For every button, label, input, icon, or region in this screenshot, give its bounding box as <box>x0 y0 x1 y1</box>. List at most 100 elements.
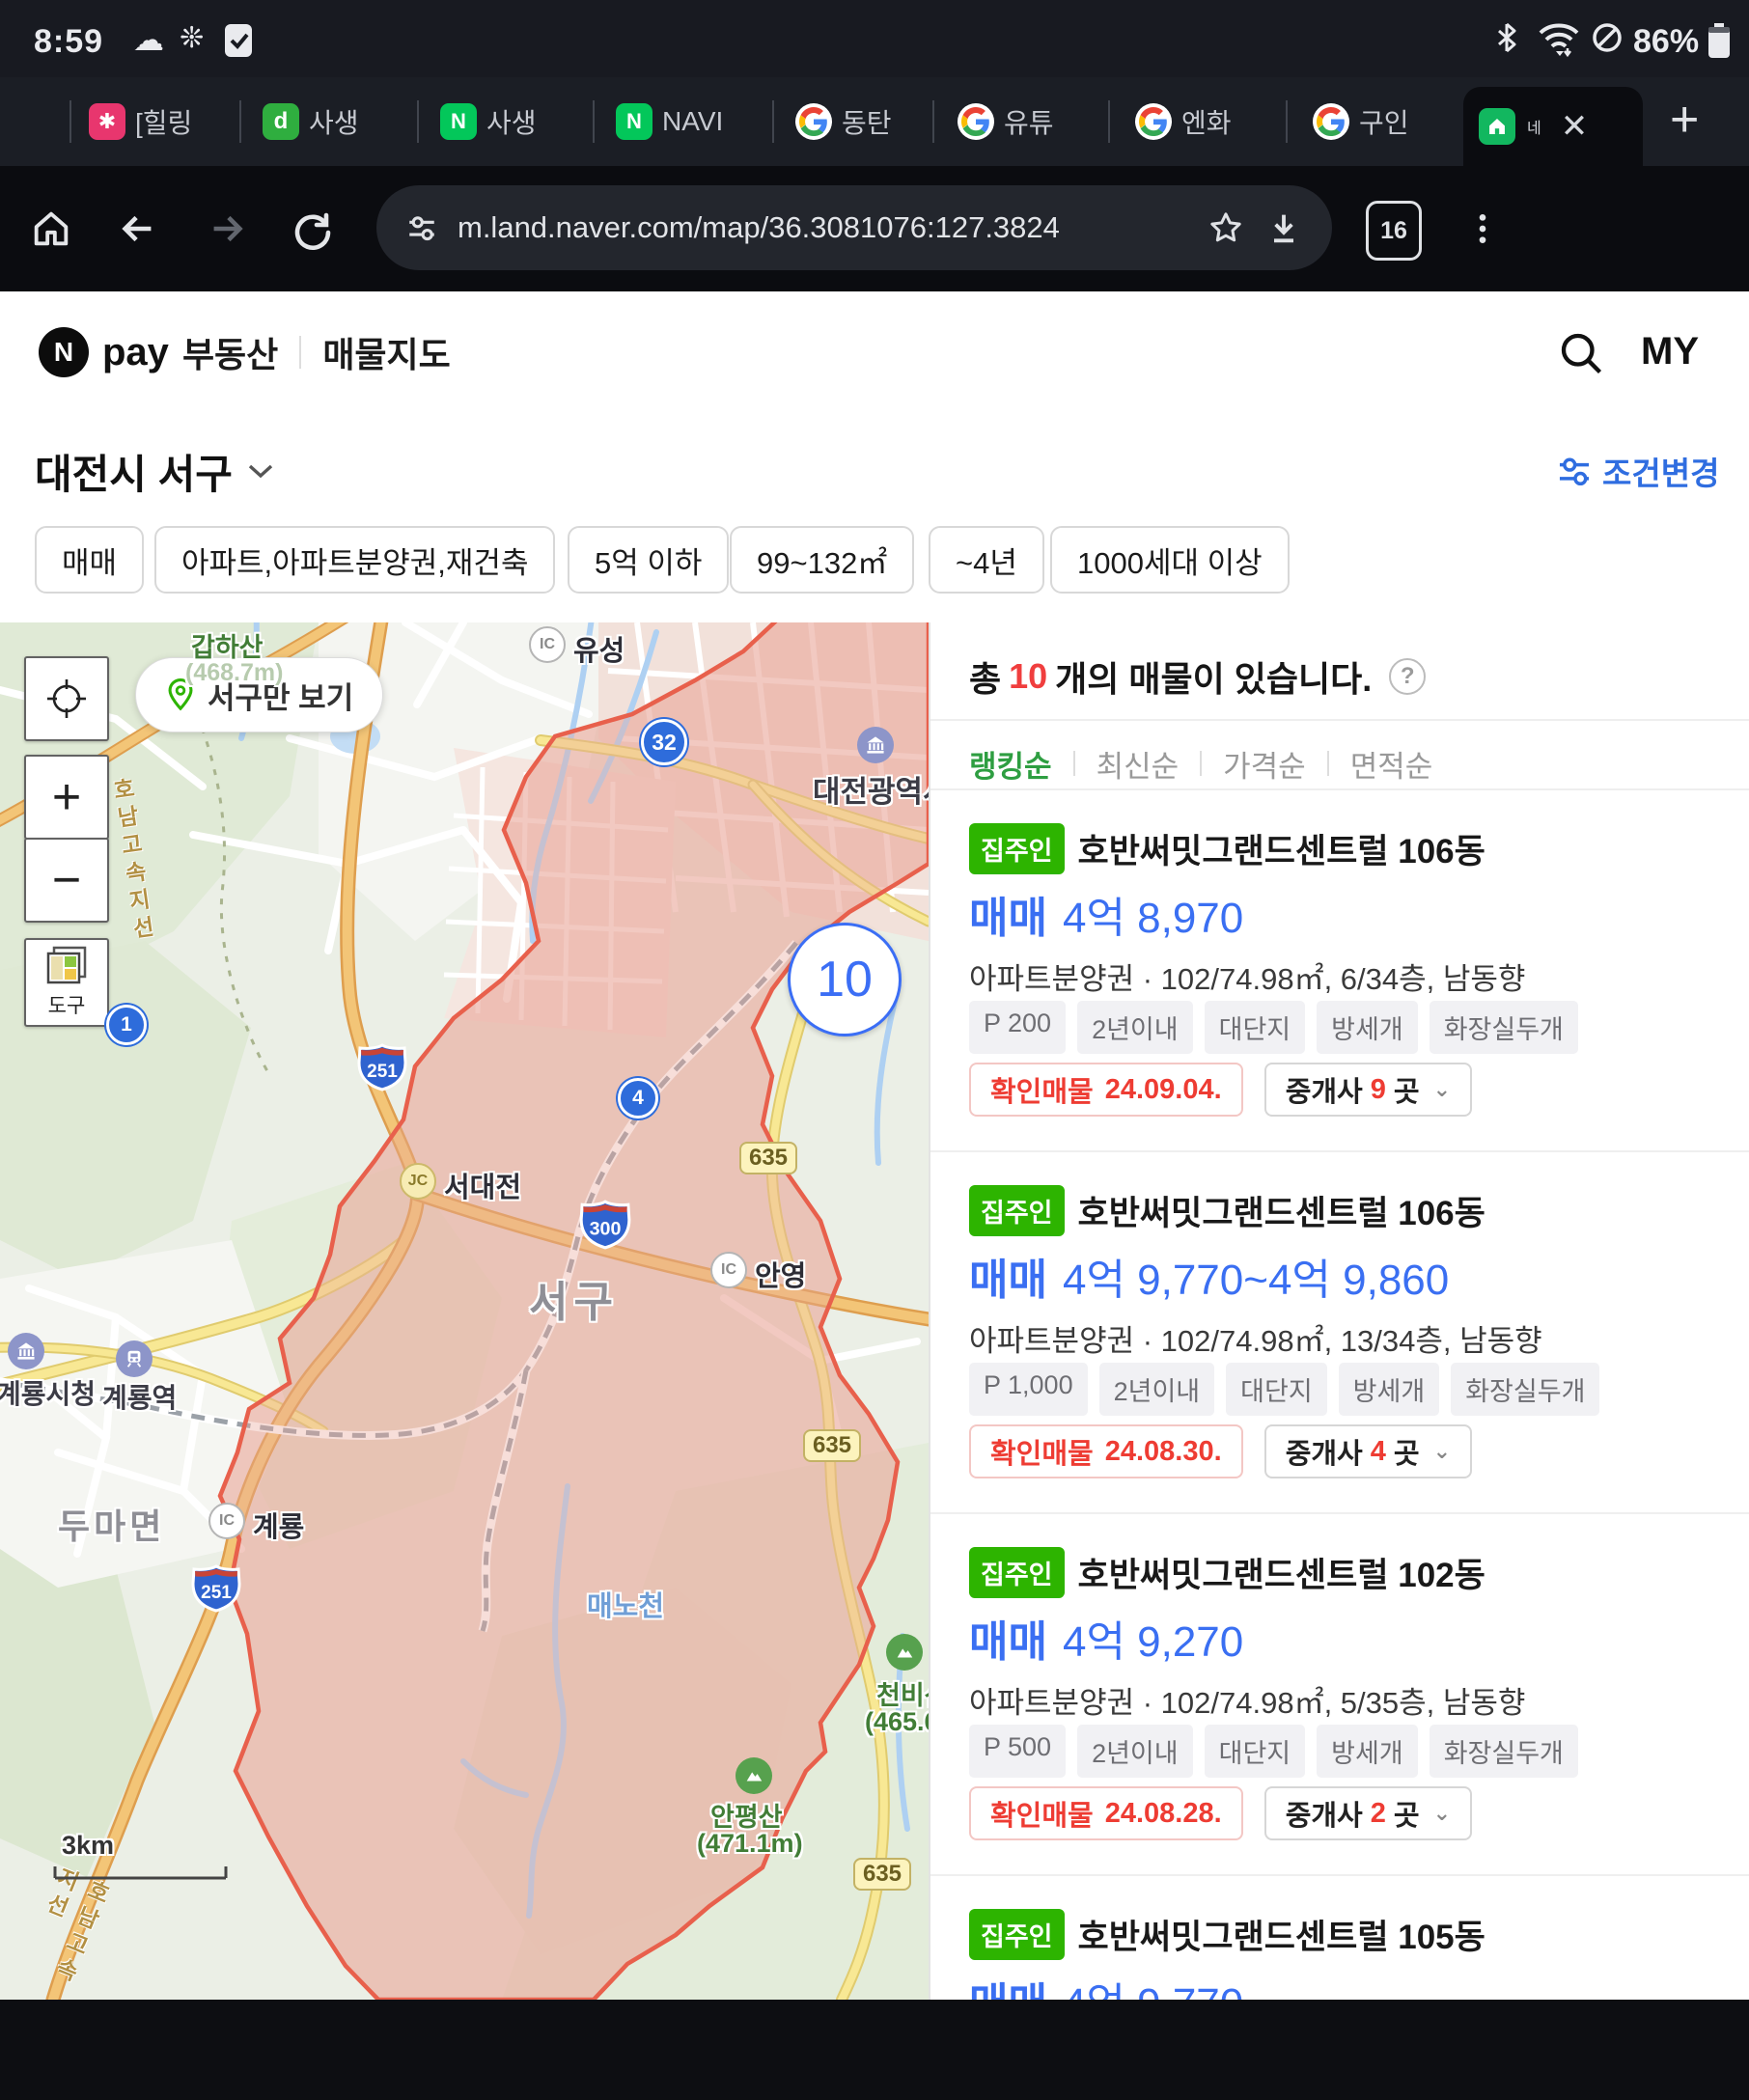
sort-area[interactable]: 면적순 <box>1350 742 1433 786</box>
download-icon[interactable] <box>1264 208 1303 247</box>
price: 4억 9,770 <box>1063 1969 1243 2000</box>
reload-button[interactable] <box>290 166 336 291</box>
tab-google-2[interactable]: 유튜 <box>958 77 1054 166</box>
search-icon[interactable] <box>1556 328 1606 378</box>
listing-cluster-marker[interactable]: 10 <box>788 923 902 1036</box>
owner-badge: 집주인 <box>969 1909 1065 1960</box>
listing-title: 호반써밋그랜드센트럴 102동 <box>1078 1548 1485 1597</box>
url-bar[interactable]: m.land.naver.com/map/36.3081076:127.3824 <box>376 185 1332 270</box>
tab-divider <box>69 100 71 143</box>
tab-google-4[interactable]: 구인 <box>1313 77 1409 166</box>
help-icon[interactable]: ? <box>1389 658 1426 695</box>
tab-google-1[interactable]: 동탄 <box>795 77 892 166</box>
zoom-out-button[interactable]: − <box>24 838 109 923</box>
owner-badge: 집주인 <box>969 823 1065 874</box>
google-favicon <box>1313 103 1349 140</box>
npay-logo[interactable]: N pay 부동산 매물지도 <box>39 291 451 413</box>
tab-naver-2[interactable]: N NAVI <box>616 77 723 166</box>
battery-percent: 86% <box>1633 23 1699 61</box>
mountain-height-cheonbisan: (465.6m <box>865 1707 929 1737</box>
region-selector[interactable]: 대전시 서구 <box>35 442 275 501</box>
chevron-down-icon: ⌄ <box>1433 1801 1451 1826</box>
change-conditions-button[interactable]: 조건변경 <box>1556 448 1719 494</box>
listing-spec: 아파트분양권 · 102/74.98㎡, 5/35층, 남동향 <box>969 1678 1525 1722</box>
agents-dropdown[interactable]: 중개사 4곳 ⌄ <box>1264 1424 1472 1478</box>
listing-card[interactable]: 집주인 호반써밋그랜드센트럴 102동 매매 4억 9,270 아파트분양권 ·… <box>930 1512 1749 1874</box>
forward-button[interactable] <box>205 166 249 291</box>
place-label-gyeryong-cityhall: 계룡시청 <box>0 1373 96 1412</box>
place-label-daejeon-city: 대전광역시 <box>813 767 929 811</box>
sort-ranking[interactable]: 랭킹순 <box>969 742 1052 786</box>
trade-type: 매매 <box>969 1245 1047 1307</box>
map-scale-label: 3km <box>62 1831 114 1861</box>
bookmark-star-icon[interactable] <box>1207 208 1245 247</box>
listing-title-row: 집주인 호반써밋그랜드센트럴 102동 <box>969 1549 1485 1595</box>
naver-n-icon: N <box>39 327 89 377</box>
confirmed-listing-badge: 확인매물 24.08.28. <box>969 1786 1243 1840</box>
place-label-seodaejeon: 서대전 <box>444 1165 521 1205</box>
chip-area[interactable]: 99~132㎡ <box>730 526 914 594</box>
zoom-in-button[interactable]: + <box>24 755 109 840</box>
chip-trade-type[interactable]: 매매 <box>35 526 144 594</box>
tab-switcher-button[interactable]: 16 <box>1366 201 1422 261</box>
chip-age[interactable]: ~4년 <box>929 526 1044 594</box>
close-tab-icon[interactable]: ✕ <box>1561 107 1589 146</box>
confirm-date: 24.09.04. <box>1105 1074 1222 1106</box>
listing-card[interactable]: 집주인 호반써밋그랜드센트럴 106동 매매 4억 8,970 아파트분양권 ·… <box>930 790 1749 1150</box>
checkbox-notification-icon <box>224 23 253 58</box>
chip-price[interactable]: 5억 이하 <box>568 526 729 594</box>
filter-sliders-icon <box>1556 453 1593 489</box>
wifi-icon <box>1537 19 1581 58</box>
map-canvas[interactable]: + − 도구 서구만 보기 갑하산 (468.7m) IC 유성 32 대전광역… <box>0 622 929 2000</box>
app-header: N pay 부동산 매물지도 MY <box>0 291 1749 417</box>
my-button[interactable]: MY <box>1641 330 1699 373</box>
owner-badge: 집주인 <box>969 1547 1065 1598</box>
sort-price[interactable]: 가격순 <box>1223 742 1306 786</box>
total-results: 총 10 개의 매물이 있습니다. ? <box>969 651 1426 702</box>
clock: 8:59 <box>34 23 103 61</box>
back-button[interactable] <box>116 166 160 291</box>
agents-dropdown[interactable]: 중개사 2곳 ⌄ <box>1264 1786 1472 1840</box>
agent-count: 9 <box>1371 1074 1386 1106</box>
route-badge-4: 4 <box>618 1078 658 1119</box>
price: 4억 9,270 <box>1063 1607 1243 1669</box>
mountain-icon <box>886 1634 923 1671</box>
listing-spec: 아파트분양권 · 102/74.98㎡, 13/34층, 남동향 <box>969 1316 1542 1360</box>
url-text[interactable]: m.land.naver.com/map/36.3081076:127.3824 <box>458 210 1187 245</box>
system-nav-bar <box>0 2000 1749 2100</box>
listing-price-row: 매매 4억 9,770~4억 9,860 <box>969 1245 1449 1303</box>
svg-text:300: 300 <box>590 1218 622 1239</box>
my-location-button[interactable] <box>24 656 109 741</box>
agent-count: 2 <box>1371 1798 1386 1830</box>
listing-card[interactable]: 집주인 호반써밋그랜드센트럴 106동 매매 4억 9,770~4억 9,860… <box>930 1150 1749 1512</box>
site-settings-icon[interactable] <box>405 211 438 244</box>
route-badge-32: 32 <box>641 719 687 765</box>
home-button[interactable] <box>29 166 73 291</box>
map-tools-button[interactable]: 도구 <box>24 938 109 1027</box>
tab-healing[interactable]: ✱ [힐링 <box>89 77 192 166</box>
sort-newest[interactable]: 최신순 <box>1097 742 1180 786</box>
confirm-date: 24.08.28. <box>1105 1798 1222 1830</box>
listing-tags: P 1,000 2년이내 대단지 방세개 화장실두개 <box>969 1363 1599 1416</box>
place-label-anyeong: 안영 <box>755 1254 806 1294</box>
chip-property-type[interactable]: 아파트,아파트분양권,재건축 <box>154 526 555 594</box>
tab-naver-land-active[interactable]: 네 ✕ <box>1463 87 1643 166</box>
water-label-maenocheon: 매노천 <box>587 1584 664 1624</box>
listings-panel: 총 10 개의 매물이 있습니다. ? 랭킹순 최신순 가격순 면적순 집주인 … <box>929 622 1749 2000</box>
tab-naver-1[interactable]: N 사생 <box>440 77 537 166</box>
tab-divider <box>772 100 774 143</box>
new-tab-button[interactable]: + <box>1670 95 1699 145</box>
place-label-gyeryong-station: 계룡역 <box>102 1377 177 1416</box>
listing-card[interactable]: 집주인 호반써밋그랜드센트럴 105동 매매 4억 9,770 <box>930 1874 1749 2000</box>
layers-icon <box>44 946 89 986</box>
agents-dropdown[interactable]: 중개사 9곳 ⌄ <box>1264 1063 1472 1117</box>
molecule-notification-icon: ❊ <box>180 21 204 55</box>
tab-daum[interactable]: d 사생 <box>263 77 359 166</box>
tab-divider <box>1108 100 1110 143</box>
chip-households[interactable]: 1000세대 이상 <box>1050 526 1290 594</box>
browser-menu-icon[interactable] <box>1463 166 1502 291</box>
svg-text:251: 251 <box>367 1062 398 1082</box>
naver-land-favicon <box>1479 108 1515 145</box>
tab-google-3[interactable]: 엔화 <box>1135 77 1232 166</box>
place-label-gyeryong: 계룡 <box>253 1505 304 1545</box>
